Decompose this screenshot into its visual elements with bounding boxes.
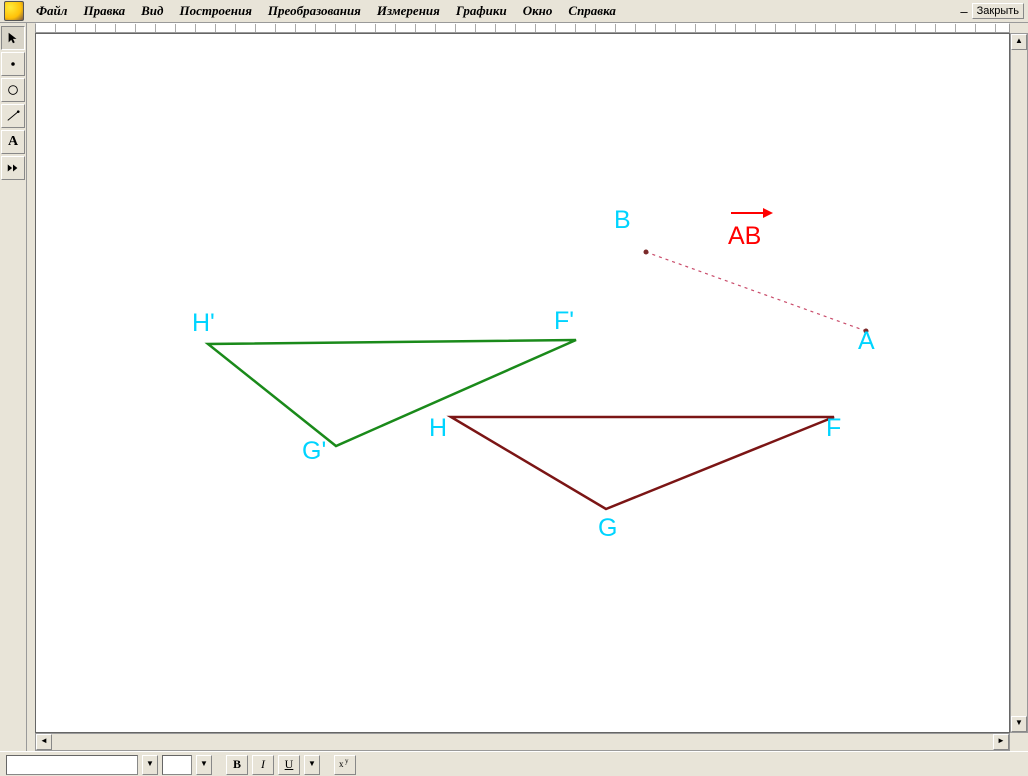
- tool-line[interactable]: [1, 104, 25, 128]
- minimize-button[interactable]: –: [956, 4, 971, 19]
- menu-graph[interactable]: Графики: [448, 1, 515, 21]
- underline-button[interactable]: U: [278, 755, 300, 775]
- scroll-right-button[interactable]: ►: [993, 734, 1009, 750]
- point-b-dot[interactable]: [644, 250, 649, 255]
- menu-construct[interactable]: Построения: [172, 1, 260, 21]
- menu-window[interactable]: Окно: [515, 1, 561, 21]
- svg-text:y: y: [345, 757, 349, 765]
- font-size-field[interactable]: [162, 755, 192, 775]
- menu-bar: Файл Правка Вид Построения Преобразовани…: [0, 0, 1028, 23]
- svg-text:x: x: [339, 759, 344, 769]
- tool-pointer[interactable]: [1, 26, 25, 50]
- vector-ab-line[interactable]: [646, 252, 866, 331]
- tool-text[interactable]: A: [1, 130, 25, 154]
- font-size-dropdown[interactable]: ▼: [196, 755, 212, 775]
- canvas-container: B A F G H F' G' H' AB ▲ ▼ ◄ ►: [27, 23, 1028, 751]
- math-icon: xy: [337, 756, 353, 770]
- menu-measure[interactable]: Измерения: [369, 1, 448, 21]
- text-color-dropdown[interactable]: ▼: [304, 755, 320, 775]
- vector-overline-arrow: [731, 212, 771, 214]
- menu-edit[interactable]: Правка: [75, 1, 133, 21]
- tool-point[interactable]: [1, 52, 25, 76]
- tool-script[interactable]: [1, 156, 25, 180]
- triangle-fgh[interactable]: [451, 417, 834, 509]
- ruler-horizontal: [35, 23, 1010, 33]
- line-icon: [6, 109, 20, 123]
- drawing-canvas[interactable]: B A F G H F' G' H' AB: [35, 33, 1010, 733]
- label-a[interactable]: A: [858, 327, 875, 356]
- text-icon: A: [8, 134, 18, 150]
- menu-help[interactable]: Справка: [560, 1, 623, 21]
- label-gp[interactable]: G': [302, 437, 326, 466]
- geometry-svg: [36, 34, 1009, 732]
- font-family-dropdown[interactable]: ▼: [142, 755, 158, 775]
- vector-label-ab[interactable]: AB: [728, 222, 761, 251]
- workspace: A B A F G H F' G' H': [0, 23, 1028, 751]
- scrollbar-vertical[interactable]: ▲ ▼: [1010, 33, 1028, 733]
- label-f[interactable]: F: [826, 414, 841, 443]
- menu-view[interactable]: Вид: [133, 1, 171, 21]
- tool-circle[interactable]: [1, 78, 25, 102]
- italic-button[interactable]: I: [252, 755, 274, 775]
- menu-file[interactable]: Файл: [28, 1, 75, 21]
- label-fp[interactable]: F': [554, 307, 574, 336]
- triangle-fpgphp[interactable]: [208, 340, 576, 446]
- label-hp[interactable]: H': [192, 309, 215, 338]
- scroll-up-button[interactable]: ▲: [1011, 34, 1027, 50]
- circle-icon: [6, 83, 20, 97]
- point-icon: [6, 57, 20, 71]
- label-b[interactable]: B: [614, 206, 631, 235]
- pointer-icon: [6, 31, 20, 45]
- close-button[interactable]: Закрыть: [972, 3, 1024, 19]
- math-format-button[interactable]: xy: [334, 755, 356, 775]
- scrollbar-horizontal[interactable]: ◄ ►: [35, 733, 1010, 751]
- font-family-field[interactable]: [6, 755, 138, 775]
- tool-palette: A: [0, 23, 27, 751]
- bold-button[interactable]: B: [226, 755, 248, 775]
- label-g[interactable]: G: [598, 514, 617, 543]
- text-format-bar: ▼ ▼ B I U ▼ xy: [0, 751, 1028, 776]
- scroll-down-button[interactable]: ▼: [1011, 716, 1027, 732]
- label-h[interactable]: H: [429, 414, 447, 443]
- scroll-left-button[interactable]: ◄: [36, 734, 52, 750]
- script-icon: [6, 161, 20, 175]
- app-icon: [4, 1, 24, 21]
- menu-transform[interactable]: Преобразования: [260, 1, 369, 21]
